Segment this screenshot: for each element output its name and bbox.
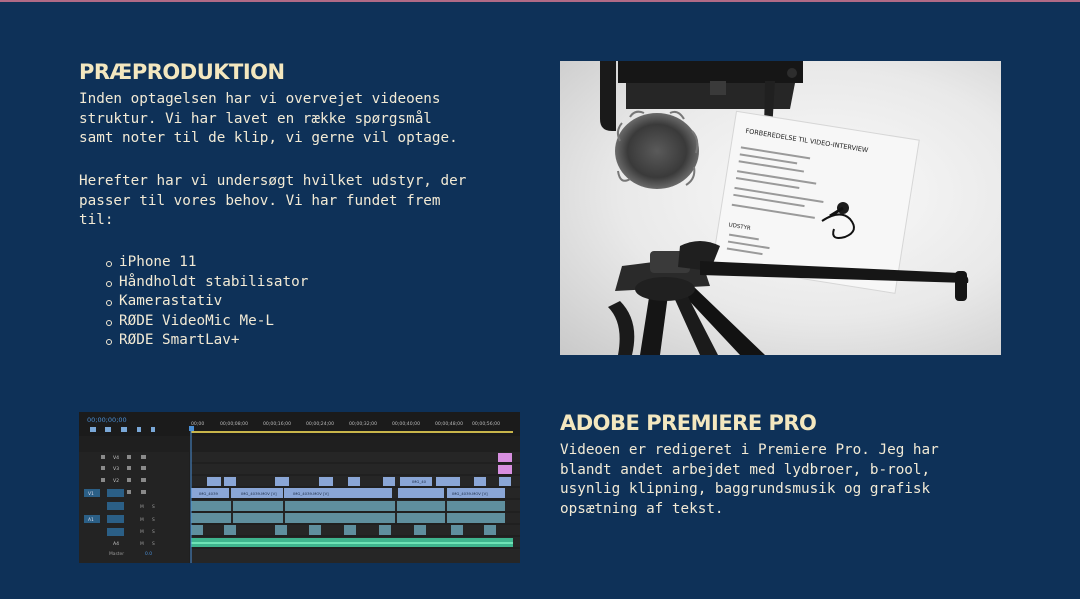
- preproduction-intro: Inden optagelsen har vi overvejet videoe…: [79, 91, 458, 146]
- premiere-heading: ADOBE PREMIERE PRO: [560, 411, 817, 435]
- equipment-photo: FORBEREDELSE TIL VIDEO-INTERVIEW UDSTYR: [560, 61, 1001, 355]
- ruler-label: 00;00;32;00: [349, 421, 377, 427]
- equipment-intro: Herefter har vi undersøgt hvilket udstyr…: [79, 173, 467, 228]
- top-accent-line: [0, 0, 1080, 2]
- solo-toggle[interactable]: S: [152, 504, 155, 510]
- ruler-label: 00;00;48;00: [435, 421, 463, 427]
- mute-toggle[interactable]: M: [140, 541, 144, 547]
- clip-label: IMG_4039.MOV [V]: [452, 491, 488, 496]
- music-waveform: [191, 542, 513, 544]
- equipment-photo-drawing: FORBEREDELSE TIL VIDEO-INTERVIEW UDSTYR: [600, 61, 969, 355]
- track-label-v3: V3: [113, 466, 119, 472]
- solo-toggle[interactable]: S: [152, 541, 155, 547]
- equipment-item: RØDE SmartLav+: [104, 331, 308, 351]
- source-patch-v: V1: [88, 491, 94, 497]
- clip-label: IMG_4039.MOV [V]: [241, 491, 277, 496]
- master-label: Master: [109, 551, 124, 557]
- clip-label: IMG_4039.MOV [V]: [293, 491, 329, 496]
- a2-clips: [191, 513, 505, 523]
- source-patch-a: A1: [88, 517, 94, 523]
- equipment-item: RØDE VideoMic Me-L: [104, 312, 308, 332]
- premiere-timeline: 00;00;00;00 00;00 00;00;08;00 00;00;16;0…: [79, 412, 520, 563]
- equipment-list: iPhone 11 Håndholdt stabilisator Kameras…: [104, 253, 308, 351]
- work-area-bar: [191, 431, 513, 433]
- clip-label: IMG_40: [412, 479, 427, 484]
- timeline-timecode: 00;00;00;00: [87, 416, 127, 424]
- mic-windscreen: [615, 110, 699, 189]
- solo-toggle[interactable]: S: [152, 529, 155, 535]
- a1-clips: [191, 501, 505, 511]
- ruler-label: 00;00;08;00: [220, 421, 248, 427]
- equipment-item: Håndholdt stabilisator: [104, 273, 308, 293]
- title-clip: [498, 465, 512, 474]
- mute-toggle[interactable]: M: [140, 529, 144, 535]
- track-label-v4: V4: [113, 455, 119, 461]
- mute-toggle[interactable]: M: [140, 504, 144, 510]
- title-clip: [498, 453, 512, 462]
- premiere-timeline-drawing: 00;00;00;00 00;00 00;00;08;00 00;00;16;0…: [79, 412, 520, 563]
- solo-toggle[interactable]: S: [152, 517, 155, 523]
- a1-target[interactable]: [107, 502, 124, 510]
- equipment-item: Kamerastativ: [104, 292, 308, 312]
- mute-toggle[interactable]: M: [140, 517, 144, 523]
- premiere-text: Videoen er redigeret i Premiere Pro. Jeg…: [560, 442, 939, 517]
- ruler-label: 00;00;16;00: [263, 421, 291, 427]
- v1-target[interactable]: [107, 489, 124, 497]
- clip-label: IMG_4039: [199, 491, 218, 496]
- ruler-label: 00;00;56;00: [472, 421, 500, 427]
- track-label-a4: A4: [113, 541, 119, 547]
- a2-target[interactable]: [107, 515, 124, 523]
- preproduction-heading: PRÆPRODUKTION: [79, 60, 285, 84]
- equipment-item: iPhone 11: [104, 253, 308, 273]
- master-value: 0.0: [145, 551, 152, 557]
- playhead-handle[interactable]: [189, 426, 194, 431]
- a3-target[interactable]: [107, 528, 124, 536]
- ruler-label: 00;00;24;00: [306, 421, 334, 427]
- track-label-v2: V2: [113, 478, 119, 484]
- ruler-label: 00;00;40;00: [392, 421, 420, 427]
